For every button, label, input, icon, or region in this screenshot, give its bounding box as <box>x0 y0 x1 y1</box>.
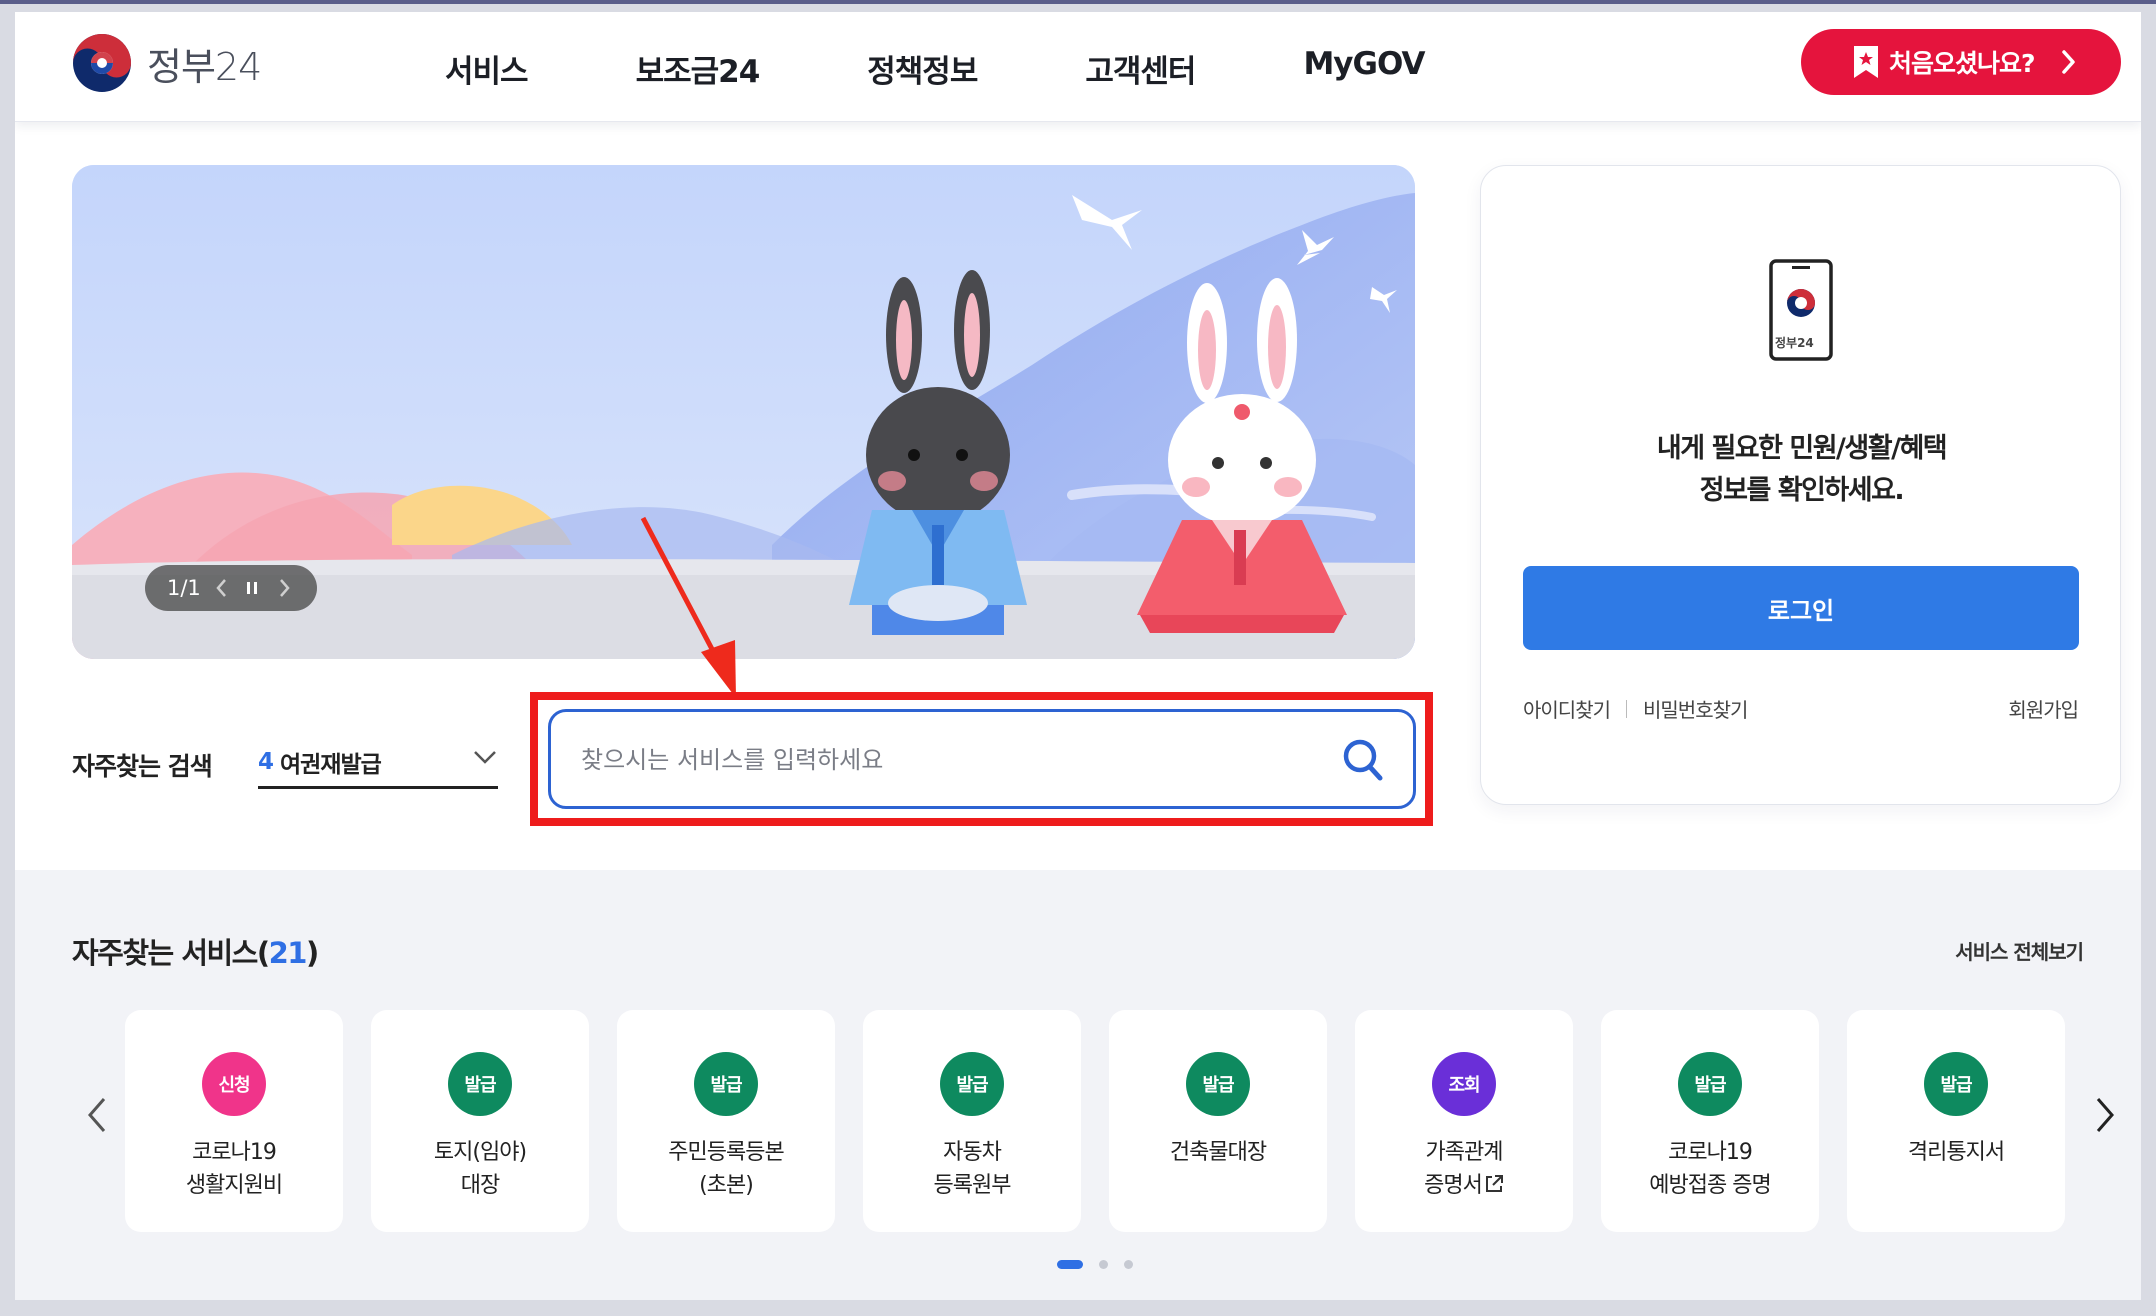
service-name: 코로나19 생활지원비 <box>185 1140 283 1198</box>
login-button[interactable]: 로그인 <box>1523 566 2079 650</box>
login-message: 내게 필요한 민원/생활/혜택 정보를 확인하세요. <box>1481 428 2122 512</box>
slide-counter: 1/1 <box>167 576 201 600</box>
frequent-keyword: 여권재발급 <box>280 751 382 778</box>
page-dot-2[interactable] <box>1099 1260 1108 1269</box>
frequent-search-label: 자주찾는 검색 <box>72 752 213 781</box>
external-link-icon <box>1485 1175 1503 1192</box>
search-box <box>548 709 1416 809</box>
prev-slide-icon[interactable] <box>215 577 229 599</box>
first-visit-label: 처음오셨나요? <box>1889 49 2036 78</box>
view-all-services-link[interactable]: 서비스 전체보기 <box>1955 936 2084 965</box>
service-badge: 조회 <box>1432 1052 1496 1116</box>
service-name: 토지(임야) 대장 <box>433 1140 527 1198</box>
service-card[interactable]: 발급 자동차 등록원부 <box>863 1010 1081 1232</box>
annotation-arrow-icon <box>640 516 736 698</box>
service-card[interactable]: 발급 토지(임야) 대장 <box>371 1010 589 1232</box>
nav-customer-center[interactable]: 고객센터 <box>1085 46 1196 91</box>
login-card: 정부24 내게 필요한 민원/생활/혜택 정보를 확인하세요. 로그인 아이디찾… <box>1480 165 2121 805</box>
services-count: 21 <box>268 936 308 970</box>
service-badge: 발급 <box>1924 1052 1988 1116</box>
login-links: 아이디찾기 비밀번호찾기 <box>1523 694 1748 723</box>
service-badge: 발급 <box>1186 1052 1250 1116</box>
services-title-close: ) <box>305 936 319 970</box>
nav-mygov[interactable]: MyGOV <box>1303 46 1425 91</box>
nav-services[interactable]: 서비스 <box>445 46 529 91</box>
site-logo[interactable]: 정부24 <box>71 32 262 94</box>
taegeuk-logo-icon <box>73 34 131 92</box>
service-badge: 발급 <box>940 1052 1004 1116</box>
search-input[interactable] <box>581 740 1321 780</box>
next-slide-icon[interactable] <box>277 577 291 599</box>
nav-subsidy24[interactable]: 보조금24 <box>636 46 761 91</box>
login-message-line2: 정보를 확인하세요. <box>1699 475 1905 506</box>
services-title-text: 자주찾는 서비스( <box>72 936 270 970</box>
service-name: 자동차 등록원부 <box>933 1140 1012 1198</box>
service-badge: 발급 <box>694 1052 758 1116</box>
service-badge: 발급 <box>448 1052 512 1116</box>
logo-text: 정부24 <box>147 44 262 89</box>
chevron-right-icon <box>2062 50 2075 74</box>
services-title: 자주찾는 서비스(21) <box>72 930 319 972</box>
link-divider <box>1626 699 1627 718</box>
frequent-services-section: 자주찾는 서비스(21) 서비스 전체보기 신청 코로나19 생활지원비 발급 토… <box>15 870 2141 1300</box>
main-nav: 서비스 보조금24 정책정보 고객센터 MyGOV <box>445 46 1532 91</box>
service-card[interactable]: 조회 가족관계 증명서 <box>1355 1010 1573 1232</box>
chevron-down-icon <box>474 751 496 764</box>
find-id-link[interactable]: 아이디찾기 <box>1523 694 1611 723</box>
service-name: 가족관계 증명서 <box>1424 1140 1503 1198</box>
first-visit-button[interactable]: 처음오셨나요? <box>1801 29 2121 95</box>
service-name: 주민등록등본 (초본) <box>668 1140 784 1198</box>
service-name: 격리통지서 <box>1907 1140 2005 1165</box>
frequent-search-dropdown[interactable]: 4 여권재발급 <box>258 737 498 789</box>
page-dot-3[interactable] <box>1124 1260 1133 1269</box>
pause-icon[interactable] <box>245 580 259 596</box>
service-badge: 발급 <box>1678 1052 1742 1116</box>
bookmark-star-icon <box>1854 46 1878 78</box>
service-card[interactable]: 발급 건축물대장 <box>1109 1010 1327 1232</box>
service-name: 코로나19 예방접종 증명 <box>1649 1140 1771 1198</box>
signup-link[interactable]: 회원가입 <box>2008 694 2079 723</box>
find-password-link[interactable]: 비밀번호찾기 <box>1643 694 1748 723</box>
nav-policy-info[interactable]: 정책정보 <box>867 46 978 91</box>
service-name: 건축물대장 <box>1169 1140 1267 1165</box>
phone-logo-text: 정부24 <box>1775 336 1814 350</box>
chevron-right-icon[interactable] <box>2093 1095 2117 1135</box>
service-card[interactable]: 신청 코로나19 생활지원비 <box>125 1010 343 1232</box>
carousel-pagination <box>1057 1260 1149 1269</box>
page-dot-1[interactable] <box>1057 1260 1083 1269</box>
services-carousel: 신청 코로나19 생활지원비 발급 토지(임야) 대장 발급 주민등록등본 (초본) … <box>125 1010 2093 1232</box>
site-header: 정부24 서비스 보조금24 정책정보 고객센터 MyGOV 처음오셨나요? <box>15 12 2141 122</box>
service-card[interactable]: 발급 코로나19 예방접종 증명 <box>1601 1010 1819 1232</box>
window-top-edge <box>0 0 2156 4</box>
page-frame: 정부24 서비스 보조금24 정책정보 고객센터 MyGOV 처음오셨나요? 1… <box>15 12 2141 1300</box>
login-message-line1: 내게 필요한 민원/생활/혜택 <box>1656 433 1948 464</box>
frequent-rank: 4 <box>258 748 275 775</box>
chevron-left-icon[interactable] <box>85 1095 109 1135</box>
service-badge: 신청 <box>202 1052 266 1116</box>
service-card[interactable]: 발급 주민등록등본 (초본) <box>617 1010 835 1232</box>
slide-controls: 1/1 <box>145 565 317 611</box>
search-icon[interactable] <box>1341 736 1385 784</box>
service-card[interactable]: 발급 격리통지서 <box>1847 1010 2065 1232</box>
